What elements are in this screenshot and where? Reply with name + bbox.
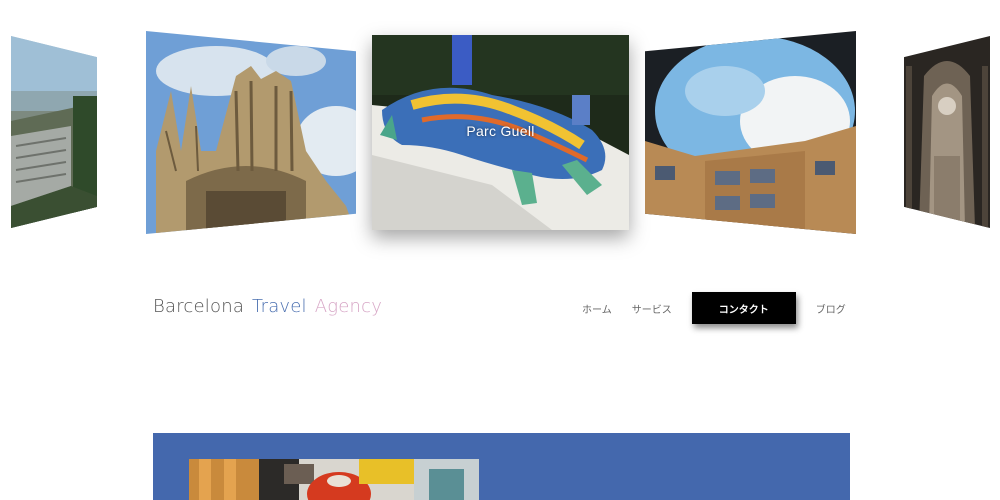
nav-services-link[interactable]: サービス — [632, 301, 672, 316]
brand-logo[interactable]: Barcelona Travel Agency — [153, 296, 390, 317]
main-nav: ホーム サービス コンタクト ブログ — [570, 292, 846, 324]
stadium-photo — [11, 36, 97, 228]
cafe-interior-photo — [189, 459, 479, 500]
carousel-slide-parc-guell[interactable]: Parc Guell — [372, 35, 629, 230]
carousel-slide-sagrada-familia[interactable] — [146, 31, 356, 234]
carousel-slide-stadium[interactable] — [11, 36, 97, 228]
featured-section — [153, 433, 850, 500]
page: Parc Guell Barcelona Travel Agency ホーム サ… — [0, 0, 1000, 500]
image-carousel[interactable]: Parc Guell — [0, 0, 1000, 260]
carousel-slide-cathedral[interactable] — [904, 36, 990, 228]
brand-word-barcelona: Barcelona — [153, 296, 245, 317]
sagrada-familia-photo — [146, 31, 356, 234]
nav-contact-button[interactable]: コンタクト — [691, 292, 796, 324]
nav-home-link[interactable]: ホーム — [582, 301, 612, 316]
brand-word-agency: Agency — [314, 296, 383, 317]
featured-photo — [189, 459, 479, 500]
courtyard-sky-photo — [645, 31, 856, 234]
nav-blog-link[interactable]: ブログ — [816, 301, 846, 316]
carousel-slide-courtyard[interactable] — [645, 31, 856, 234]
cathedral-interior-photo — [904, 36, 990, 228]
slide-caption: Parc Guell — [466, 123, 535, 139]
brand-word-travel: Travel — [252, 296, 307, 317]
